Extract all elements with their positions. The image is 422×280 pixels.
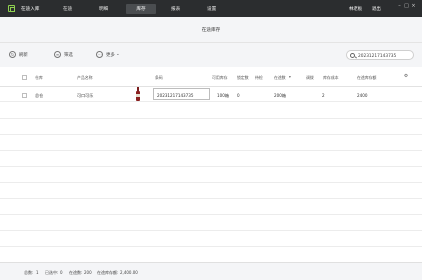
- toolbar: ↻ 刷新 ≡ 筛选 ⋯ 更多 ⌄ 20231217143735: [0, 43, 422, 67]
- chevron-down-icon: ⌄: [116, 52, 120, 57]
- col-pending[interactable]: 待检: [255, 75, 263, 81]
- refresh-label: 刷新: [19, 53, 28, 58]
- user-name[interactable]: 林老板: [349, 6, 362, 12]
- cell-in-transit: 200箱: [274, 93, 286, 98]
- col-cost[interactable]: 库存成本: [323, 75, 339, 81]
- table-grid-line: [0, 134, 422, 135]
- cell-available: 100箱: [217, 93, 229, 98]
- filter-icon: ≡: [54, 51, 61, 58]
- cell-product: 可口可乐: [77, 93, 94, 98]
- table-grid-line: [0, 182, 422, 183]
- cell-cost: 2: [322, 93, 325, 98]
- nav-item-detail[interactable]: 明细: [99, 6, 108, 12]
- cell-locked: 0: [237, 93, 240, 98]
- table-grid-line: [0, 150, 422, 151]
- sort-icon[interactable]: ▾: [289, 75, 291, 79]
- cell-warehouse: 总仓: [35, 93, 44, 98]
- logout-link[interactable]: 退出: [372, 6, 381, 12]
- table-grid-line: [0, 118, 422, 119]
- app-logo-icon: [8, 5, 15, 12]
- col-barcode[interactable]: 条码: [155, 75, 163, 81]
- top-bar: 在途入库 在途 明细 库存 报表 设置 林老板 退出 – □ ×: [0, 0, 422, 17]
- close-icon[interactable]: ×: [410, 3, 417, 11]
- nav-item-report[interactable]: 报表: [171, 6, 180, 12]
- more-icon: ⋯: [96, 51, 103, 58]
- app-brand: 在途入库: [21, 6, 40, 12]
- cell-barcode-field[interactable]: 20231217143735: [153, 88, 210, 100]
- nav-item-inventory[interactable]: 库存: [126, 4, 156, 14]
- window-controls: – □ ×: [396, 3, 418, 13]
- maximize-icon[interactable]: □: [403, 3, 410, 11]
- refresh-icon: ↻: [9, 51, 16, 58]
- col-available[interactable]: 可用库存: [212, 75, 228, 81]
- nav-item-inventory-label: 库存: [136, 6, 146, 12]
- table-grid-line: [0, 198, 422, 199]
- table-header: 仓库 产品名称 条码 可用库存 锁定数 待检 在途数 ▾ 调拨 库存成本 在途库…: [0, 67, 422, 87]
- search-input[interactable]: 20231217143735: [346, 50, 414, 60]
- filter-label: 筛选: [64, 53, 73, 58]
- footer-transit-amount: 2,400.00: [120, 269, 138, 275]
- row-checkbox[interactable]: [22, 92, 27, 98]
- table-grid-line: [0, 246, 422, 247]
- footer-transit-amount-label: 在途库存额:: [97, 269, 119, 275]
- cell-transit-amount: 2400: [357, 93, 368, 98]
- footer-selected-label: 已选中:: [45, 269, 59, 275]
- footer-count: 1: [36, 269, 39, 275]
- col-locked[interactable]: 锁定数: [237, 75, 249, 81]
- nav-item-transit[interactable]: 在途: [63, 6, 72, 12]
- col-transfer[interactable]: 调拨: [306, 75, 314, 81]
- search-icon: [350, 52, 355, 58]
- footer-selected: 0: [60, 269, 63, 275]
- page-title: 在途库存: [201, 28, 221, 33]
- footer-transit-qty: 200: [84, 269, 92, 275]
- nav-item-settings[interactable]: 设置: [207, 6, 216, 12]
- col-transit-amount[interactable]: 在途库存额: [357, 75, 376, 81]
- minimize-icon[interactable]: –: [396, 3, 403, 11]
- product-thumbnail: [136, 87, 140, 101]
- more-label: 更多: [106, 53, 115, 58]
- table-grid-line: [0, 214, 422, 215]
- table-grid-line: [0, 166, 422, 167]
- status-bar: 总数: 1 已选中: 0 在途数: 200 在途库存额: 2,400.00: [0, 262, 422, 280]
- col-in-transit[interactable]: 在途数: [274, 75, 286, 81]
- select-all-checkbox[interactable]: [22, 74, 27, 80]
- footer-transit-qty-label: 在途数:: [69, 269, 83, 275]
- col-warehouse[interactable]: 仓库: [35, 75, 43, 81]
- table-grid-line: [0, 230, 422, 231]
- cell-barcode: 20231217143735: [157, 92, 194, 98]
- col-product[interactable]: 产品名称: [77, 75, 93, 81]
- search-value: 20231217143735: [358, 53, 397, 59]
- column-settings-icon[interactable]: ⚙: [404, 74, 408, 79]
- page-header: 在途库存: [0, 17, 422, 43]
- footer-count-label: 总数:: [24, 269, 34, 275]
